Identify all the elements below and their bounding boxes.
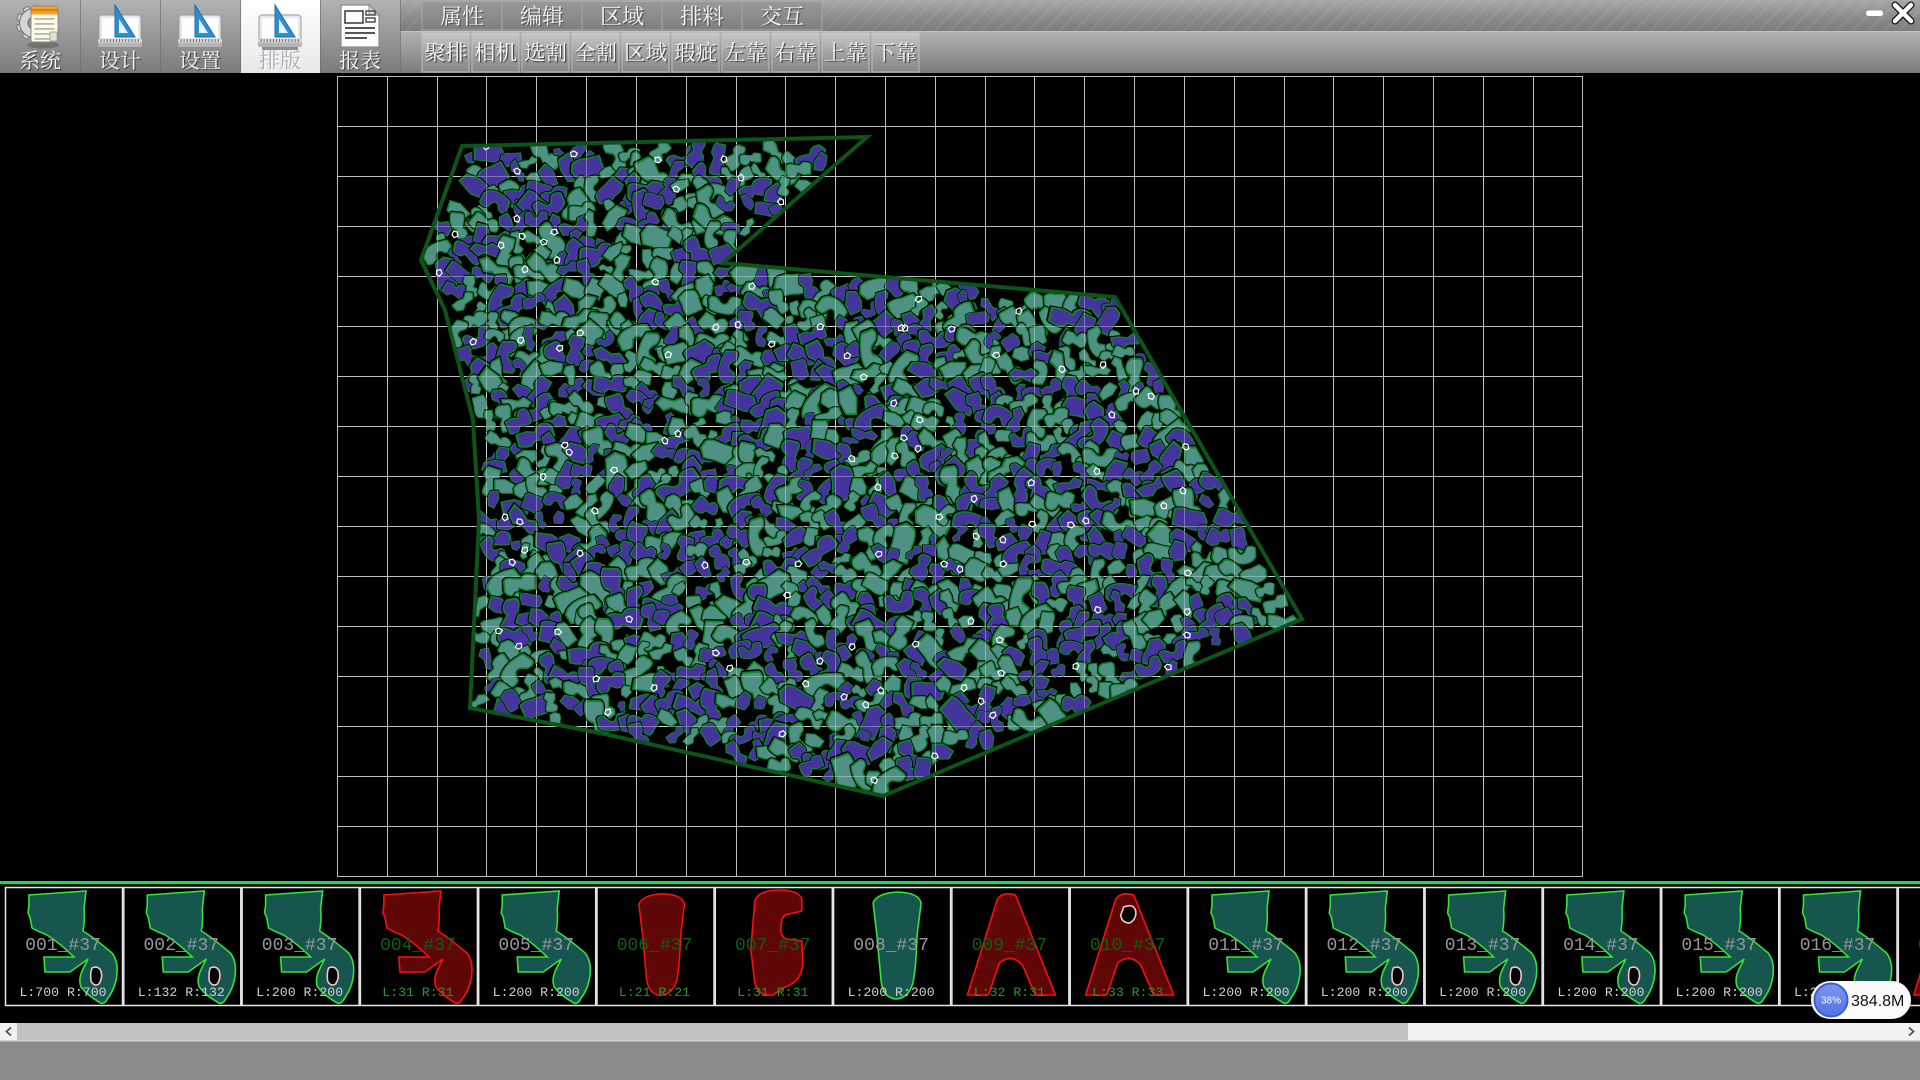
svg-text:001_#37: 001_#37 [25,936,101,956]
svg-text:L:200 R:200: L:200 R:200 [1439,985,1526,1000]
svg-text:L:200 R:200: L:200 R:200 [1321,985,1408,1000]
svg-text:002_#37: 002_#37 [143,936,219,956]
svg-text:014_#37: 014_#37 [1563,936,1639,956]
svg-text:L:200 R:200: L:200 R:200 [1557,985,1644,1000]
svg-text:384.8M: 384.8M [1851,993,1904,1010]
svg-text:016_#37: 016_#37 [1800,936,1876,956]
svg-text:003_#37: 003_#37 [262,936,338,956]
svg-text:012_#37: 012_#37 [1326,936,1402,956]
svg-text:38%: 38% [1821,996,1841,1007]
svg-text:013_#37: 013_#37 [1445,936,1521,956]
svg-text:L:33 R:33: L:33 R:33 [1092,985,1163,1000]
svg-text:004_#37: 004_#37 [380,936,456,956]
svg-text:009_#37: 009_#37 [972,936,1048,956]
svg-text:006_#37: 006_#37 [617,936,693,956]
svg-text:007_#37: 007_#37 [735,936,811,956]
svg-text:L:31 R:31: L:31 R:31 [737,985,808,1000]
svg-text:008_#37: 008_#37 [853,936,929,956]
svg-text:L:132 R:132: L:132 R:132 [138,985,225,1000]
svg-text:L:32 R:31: L:32 R:31 [974,985,1045,1000]
svg-text:L:31 R:31: L:31 R:31 [382,985,453,1000]
svg-text:L:200 R:200: L:200 R:200 [1676,985,1763,1000]
svg-text:L:200 R:200: L:200 R:200 [1202,985,1289,1000]
svg-text:L:200 R:200: L:200 R:200 [848,985,935,1000]
svg-text:011_#37: 011_#37 [1208,936,1284,956]
svg-text:015_#37: 015_#37 [1681,936,1757,956]
svg-text:L:200 R:200: L:200 R:200 [256,985,343,1000]
svg-text:L:200 R:200: L:200 R:200 [493,985,580,1000]
svg-text:L:21 R:21: L:21 R:21 [619,985,690,1000]
svg-text:L:700 R:700: L:700 R:700 [19,985,106,1000]
svg-text:010_#37: 010_#37 [1090,936,1166,956]
svg-text:005_#37: 005_#37 [498,936,574,956]
